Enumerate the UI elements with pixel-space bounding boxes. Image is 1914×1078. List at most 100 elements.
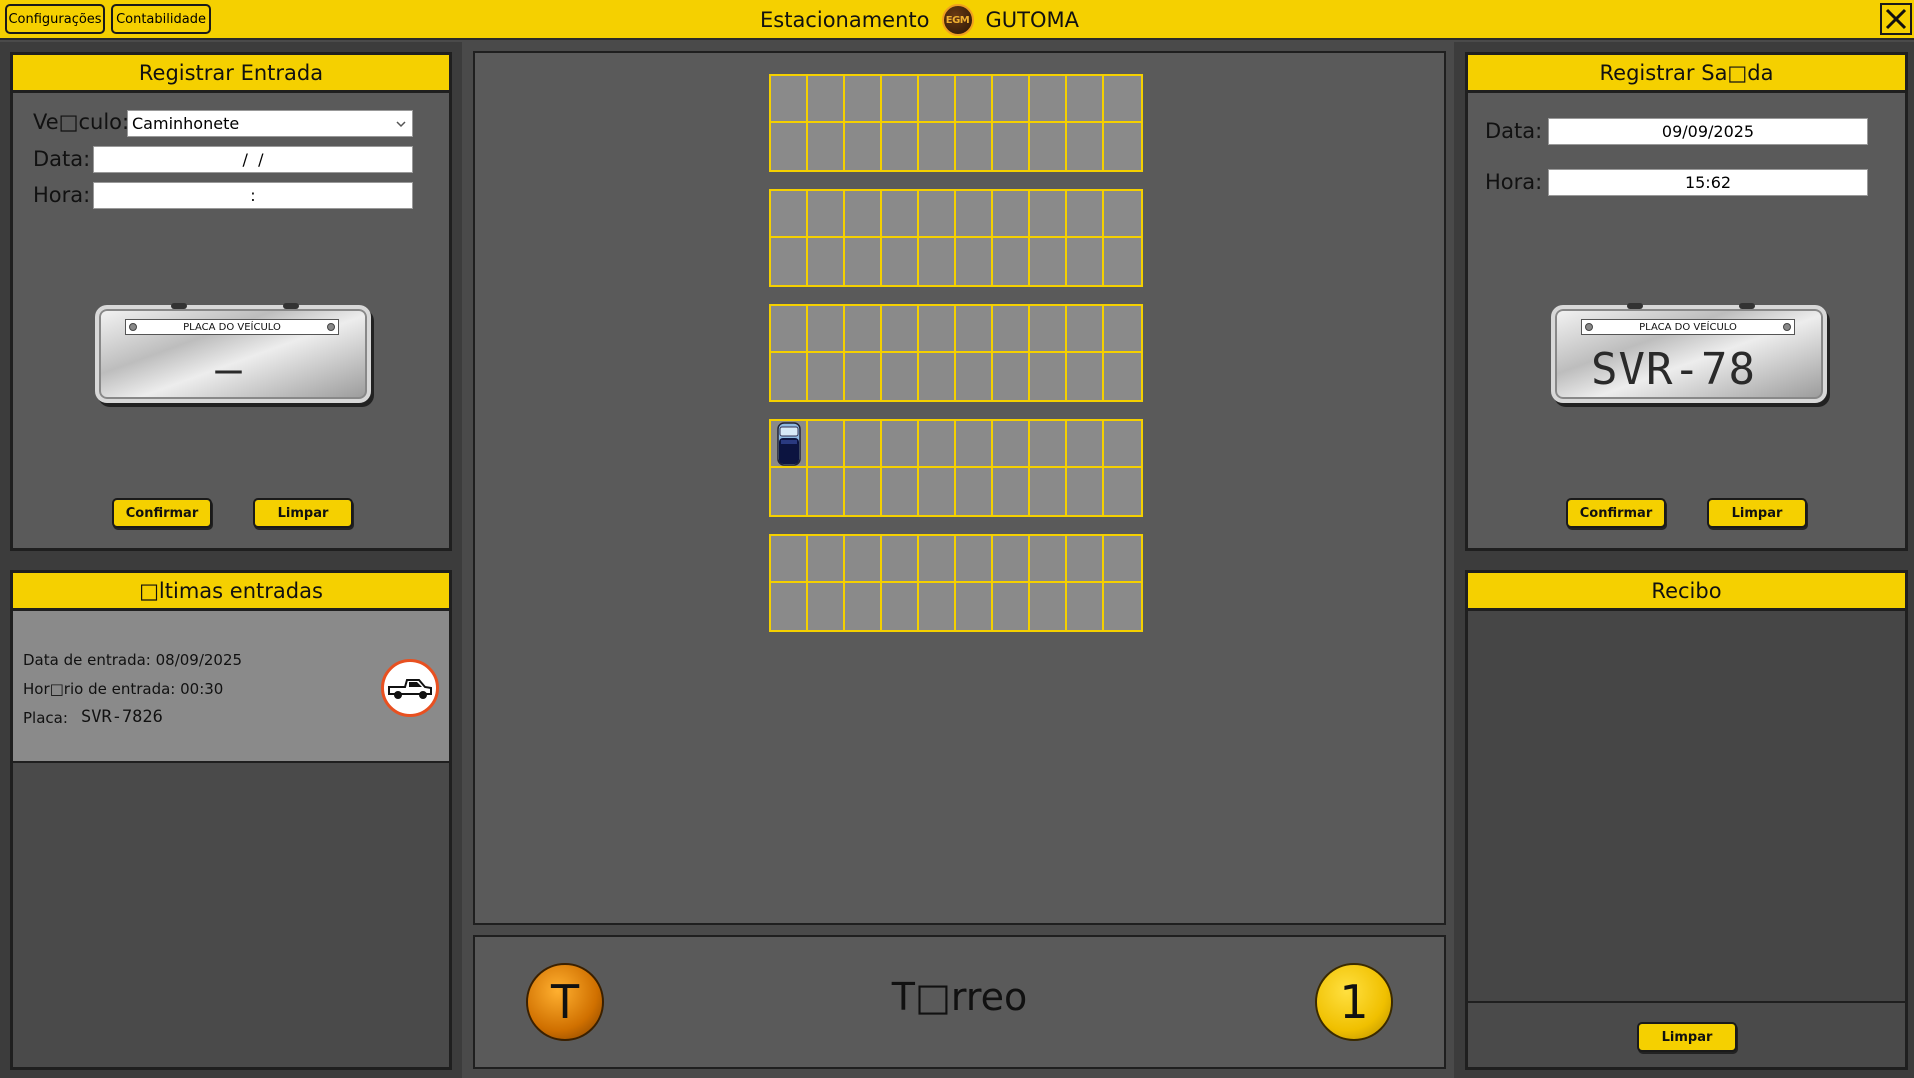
parking-spot[interactable] (993, 191, 1030, 238)
parking-spot[interactable] (956, 468, 993, 515)
contabilidade-button[interactable]: Contabilidade (111, 4, 211, 34)
parking-spot[interactable] (919, 536, 956, 583)
parking-spot[interactable] (808, 421, 845, 468)
parking-spot[interactable] (845, 306, 882, 353)
parking-spot[interactable] (882, 306, 919, 353)
parking-spot[interactable] (956, 191, 993, 238)
parking-spot[interactable] (771, 353, 808, 400)
parking-spot[interactable] (1067, 468, 1104, 515)
parking-spot[interactable] (1067, 421, 1104, 468)
parking-spot[interactable] (882, 123, 919, 170)
entry-confirm-button[interactable]: Confirmar (112, 498, 212, 528)
parking-spot[interactable] (919, 191, 956, 238)
parking-spot[interactable] (956, 306, 993, 353)
parking-spot[interactable] (919, 76, 956, 123)
recent-entry-card[interactable]: Data de entrada: 08/09/2025 Hor□rio de e… (13, 611, 449, 763)
parking-spot[interactable] (919, 238, 956, 285)
parking-spot[interactable] (808, 583, 845, 630)
parking-spot[interactable] (882, 76, 919, 123)
parking-spot[interactable] (882, 353, 919, 400)
parking-spot[interactable] (919, 353, 956, 400)
parking-spot[interactable] (956, 123, 993, 170)
parking-spot[interactable] (1067, 238, 1104, 285)
parking-spot[interactable] (808, 123, 845, 170)
parking-spot[interactable] (1104, 353, 1141, 400)
parking-spot[interactable] (919, 306, 956, 353)
parking-spot[interactable] (1104, 468, 1141, 515)
parking-spot[interactable] (993, 123, 1030, 170)
parking-spot[interactable] (1030, 306, 1067, 353)
parking-spot[interactable] (882, 468, 919, 515)
parking-spot[interactable] (808, 468, 845, 515)
parking-spot[interactable] (993, 238, 1030, 285)
parking-spot[interactable] (882, 536, 919, 583)
parking-spot[interactable] (919, 123, 956, 170)
parking-spot[interactable] (1104, 421, 1141, 468)
parking-spot[interactable] (808, 238, 845, 285)
parking-spot[interactable] (1104, 191, 1141, 238)
parking-spot[interactable] (1030, 536, 1067, 583)
parking-spot-occupied[interactable] (771, 421, 808, 468)
parking-spot[interactable] (993, 583, 1030, 630)
parking-spot[interactable] (1030, 76, 1067, 123)
exit-date-input[interactable]: 09/09/2025 (1548, 118, 1868, 145)
parking-spot[interactable] (993, 468, 1030, 515)
parking-spot[interactable] (1067, 306, 1104, 353)
parking-spot[interactable] (882, 583, 919, 630)
parking-spot[interactable] (845, 421, 882, 468)
parking-spot[interactable] (1067, 583, 1104, 630)
parking-spot[interactable] (1067, 536, 1104, 583)
close-button[interactable] (1880, 3, 1912, 35)
parking-spot[interactable] (1030, 238, 1067, 285)
parking-spot[interactable] (956, 353, 993, 400)
entry-date-input[interactable]: / / (93, 146, 413, 173)
receipt-clear-button[interactable]: Limpar (1637, 1022, 1737, 1052)
parking-spot[interactable] (993, 76, 1030, 123)
parking-spot[interactable] (1104, 536, 1141, 583)
parking-spot[interactable] (1104, 76, 1141, 123)
parking-spot[interactable] (771, 238, 808, 285)
entry-clear-button[interactable]: Limpar (253, 498, 353, 528)
parking-spot[interactable] (1067, 123, 1104, 170)
parking-spot[interactable] (808, 353, 845, 400)
parking-spot[interactable] (845, 123, 882, 170)
entry-time-input[interactable]: : (93, 182, 413, 209)
parking-spot[interactable] (1104, 123, 1141, 170)
parking-spot[interactable] (1030, 468, 1067, 515)
vehicle-select[interactable]: Caminhonete (127, 110, 413, 137)
parking-spot[interactable] (956, 536, 993, 583)
parking-spot[interactable] (771, 536, 808, 583)
parking-spot[interactable] (1104, 238, 1141, 285)
parking-spot[interactable] (919, 421, 956, 468)
parking-spot[interactable] (1030, 191, 1067, 238)
parking-spot[interactable] (919, 468, 956, 515)
parking-spot[interactable] (1030, 583, 1067, 630)
exit-clear-button[interactable]: Limpar (1707, 498, 1807, 528)
parking-spot[interactable] (771, 306, 808, 353)
parking-spot[interactable] (1030, 353, 1067, 400)
parking-spot[interactable] (845, 583, 882, 630)
parking-spot[interactable] (993, 353, 1030, 400)
exit-time-input[interactable]: 15:62 (1548, 169, 1868, 196)
parking-spot[interactable] (808, 306, 845, 353)
parking-spot[interactable] (771, 583, 808, 630)
parking-spot[interactable] (771, 468, 808, 515)
parking-spot[interactable] (993, 536, 1030, 583)
parking-spot[interactable] (956, 76, 993, 123)
parking-spot[interactable] (919, 583, 956, 630)
parking-spot[interactable] (845, 191, 882, 238)
exit-confirm-button[interactable]: Confirmar (1566, 498, 1666, 528)
parking-spot[interactable] (882, 191, 919, 238)
first-floor-button[interactable]: 1 (1315, 963, 1393, 1041)
parking-spot[interactable] (956, 583, 993, 630)
parking-spot[interactable] (882, 421, 919, 468)
parking-spot[interactable] (1067, 76, 1104, 123)
parking-spot[interactable] (956, 421, 993, 468)
parking-spot[interactable] (956, 238, 993, 285)
parking-spot[interactable] (808, 536, 845, 583)
parking-spot[interactable] (1067, 191, 1104, 238)
parking-spot[interactable] (845, 76, 882, 123)
parking-spot[interactable] (1104, 306, 1141, 353)
parking-spot[interactable] (1030, 421, 1067, 468)
parking-spot[interactable] (1030, 123, 1067, 170)
